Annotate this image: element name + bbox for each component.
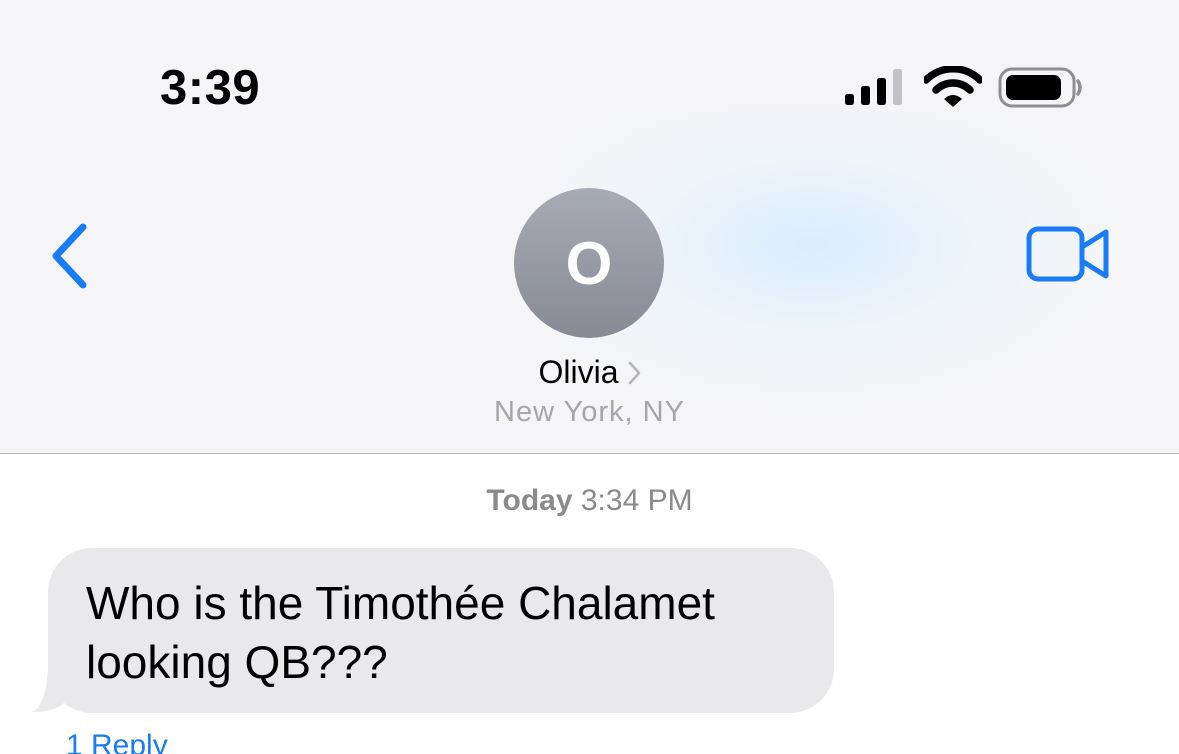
- conversation-header: 3:39 O Olivia New York, NY: [0, 0, 1179, 453]
- contact-avatar[interactable]: O: [514, 188, 664, 338]
- chevron-left-icon: [50, 223, 90, 294]
- video-camera-icon: [1026, 226, 1110, 287]
- timestamp-time: 3:34 PM: [580, 484, 693, 517]
- header-divider: [0, 453, 1179, 454]
- status-bar-time: 3:39: [160, 61, 261, 115]
- battery-icon: [998, 67, 1084, 114]
- message-timestamp: Today 3:34 PM: [0, 482, 1179, 520]
- avatar-initial: O: [565, 230, 613, 297]
- contact-name: Olivia: [538, 354, 619, 390]
- wifi-icon: [922, 64, 984, 113]
- messages-screen: 3:39 O Olivia New York, NY Today 3:34 PM…: [0, 0, 1179, 754]
- contact-name-button[interactable]: Olivia: [0, 352, 1179, 392]
- message-bubble-incoming[interactable]: Who is the Timothée Chalamet looking QB?…: [48, 548, 834, 713]
- facetime-video-button[interactable]: [1018, 220, 1118, 292]
- thread-reply-link[interactable]: 1 Reply: [66, 726, 168, 754]
- contact-location: New York, NY: [494, 396, 685, 428]
- back-button[interactable]: [40, 218, 100, 298]
- timestamp-day: Today: [486, 484, 573, 517]
- message-text: Who is the Timothée Chalamet looking QB?…: [86, 577, 715, 688]
- chevron-right-icon: [627, 361, 641, 385]
- cellular-signal-icon: [845, 68, 905, 113]
